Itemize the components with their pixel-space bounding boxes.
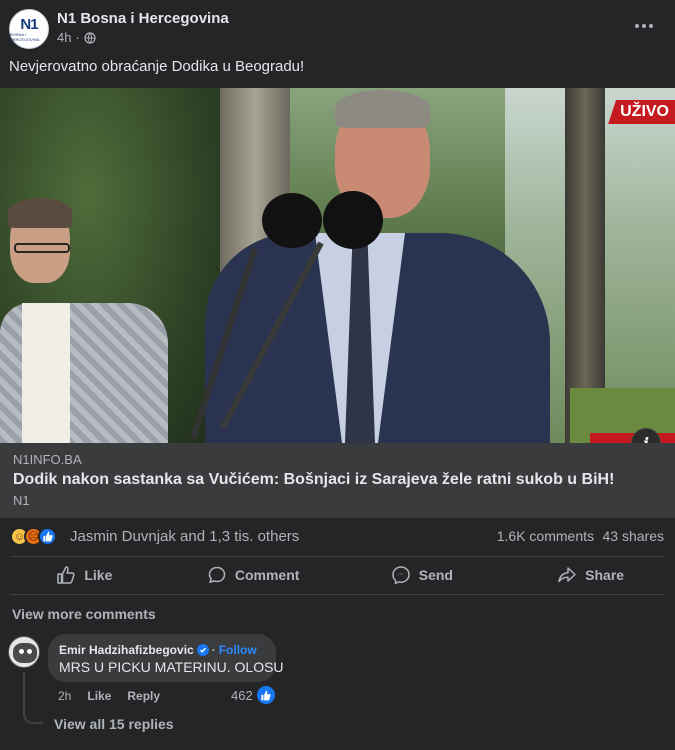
post-stats: ☺ ☹ Jasmin Duvnjak and 1,3 tis. others 1… bbox=[0, 518, 675, 556]
comment-author[interactable]: Emir Hadzihafizbegovic bbox=[59, 643, 194, 657]
comment-likes-number: 462 bbox=[231, 687, 253, 703]
action-bar: Like Comment Send Share bbox=[0, 557, 675, 593]
view-all-replies-link[interactable]: View all 15 replies bbox=[54, 716, 174, 732]
comment-text: MRS U PICKU MATERINU. OLOSU bbox=[59, 659, 284, 675]
share-button[interactable]: Share bbox=[506, 557, 675, 593]
thumbs-up-icon bbox=[57, 566, 75, 584]
like-reaction-icon bbox=[256, 686, 275, 704]
send-button[interactable]: Send bbox=[338, 557, 507, 593]
microphone-icon bbox=[262, 193, 322, 248]
like-label: Like bbox=[84, 567, 113, 583]
reply-thread-line bbox=[23, 672, 43, 724]
comment-bubble-icon bbox=[208, 566, 226, 584]
comment-meta: 2h Like Reply bbox=[58, 689, 160, 703]
send-label: Send bbox=[418, 567, 453, 583]
page-name-link[interactable]: N1 Bosna i Hercegovina bbox=[57, 10, 229, 27]
live-badge: UŽIVO bbox=[608, 100, 675, 124]
post-meta: 4h · bbox=[57, 30, 96, 45]
person-speaking bbox=[205, 88, 550, 443]
author-separator: · bbox=[211, 643, 216, 657]
comment-button[interactable]: Comment bbox=[169, 557, 338, 593]
comment-like-count[interactable]: 462 bbox=[231, 686, 275, 704]
verified-badge-icon bbox=[196, 644, 209, 656]
post-header: N1 BOSNA I HERCEGOVINA N1 Bosna i Herceg… bbox=[0, 0, 675, 60]
like-button[interactable]: Like bbox=[0, 557, 169, 593]
post-time[interactable]: 4h bbox=[57, 30, 71, 45]
divider bbox=[10, 594, 665, 595]
video-thumbnail[interactable]: UŽIVO i bbox=[0, 88, 675, 443]
comment-reply-button[interactable]: Reply bbox=[127, 689, 160, 703]
commenter-avatar[interactable] bbox=[8, 636, 40, 668]
link-source: N1 bbox=[13, 493, 30, 508]
globe-icon bbox=[84, 31, 96, 44]
messenger-icon bbox=[391, 566, 410, 585]
link-preview[interactable]: N1INFO.BA Dodik nakon sastanka sa Vučiće… bbox=[0, 443, 675, 518]
view-more-comments-link[interactable]: View more comments bbox=[12, 606, 156, 622]
meta-separator: · bbox=[75, 30, 80, 45]
link-domain: N1INFO.BA bbox=[13, 452, 82, 467]
more-options-icon[interactable] bbox=[631, 16, 657, 36]
n1-logo-subtitle: BOSNA I HERCEGOVINA bbox=[10, 31, 40, 42]
person-left bbox=[0, 198, 170, 443]
page-avatar[interactable]: N1 BOSNA I HERCEGOVINA bbox=[9, 9, 49, 49]
reaction-icons[interactable]: ☺ ☹ bbox=[10, 527, 57, 546]
comments-count[interactable]: 1.6K comments bbox=[497, 528, 594, 544]
like-reaction-icon bbox=[38, 527, 57, 546]
n1-logo: N1 bbox=[20, 15, 38, 33]
share-label: Share bbox=[585, 567, 625, 583]
post-text: Nevjerovatno obraćanje Dodika u Beogradu… bbox=[9, 58, 305, 75]
comment-like-button[interactable]: Like bbox=[87, 689, 111, 703]
follow-button[interactable]: Follow bbox=[219, 643, 257, 657]
link-title[interactable]: Dodik nakon sastanka sa Vučićem: Bošnjac… bbox=[13, 471, 614, 489]
comment-label: Comment bbox=[234, 567, 300, 583]
comment-time[interactable]: 2h bbox=[58, 689, 71, 703]
comment-bubble: Emir Hadzihafizbegovic · Follow MRS U PI… bbox=[48, 634, 284, 682]
share-arrow-icon bbox=[558, 567, 576, 583]
comment-author-row: Emir Hadzihafizbegovic · Follow bbox=[59, 643, 257, 657]
reaction-names[interactable]: Jasmin Duvnjak and 1,3 tis. others bbox=[70, 528, 299, 545]
shares-count[interactable]: 43 shares bbox=[603, 528, 664, 544]
microphone-icon bbox=[323, 191, 383, 249]
